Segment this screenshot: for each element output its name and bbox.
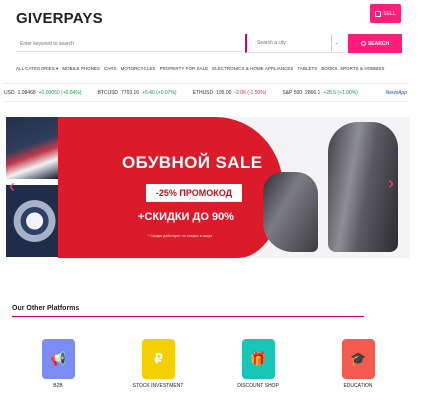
page: GIVERPAYS SELL ⌄ SEARCH ALL CATEGORIES ▾… [0,0,425,400]
gift-icon: 🎁 [242,339,275,379]
category-cars[interactable]: CARS [104,66,117,72]
graduation-cap-icon: 🎓 [342,339,375,379]
ticker-symbol: USD [4,89,15,96]
cart-icon [375,10,382,17]
category-books-sports[interactable]: BOOKS, SPORTS & HOBBIES [321,66,384,72]
category-electronics[interactable]: ELECTRONICS & HOME APPLIANCES [212,66,293,72]
boot-image [263,172,318,252]
sell-button[interactable]: SELL [370,4,401,23]
ticker-brand[interactable]: NewsApp [386,90,409,96]
ticker-price: 195.00 [216,89,232,96]
banner-promo-code: -25% ПРОМОКОД [146,184,242,202]
platform-label: EDUCATION [343,383,373,389]
ticker-symbol: S&P 500 [282,89,303,96]
ticker-price: 2866.1 [305,89,321,96]
ruble-icon: ₽ [142,339,175,379]
logo-text: GIVERPAYS [16,10,103,27]
category-tablets[interactable]: TABLETS [297,66,317,72]
ticker-price: 7703.16 [121,89,140,96]
banner-discount: +СКИДКИ ДО 90% [138,211,234,223]
search-button[interactable]: SEARCH [348,34,402,53]
banner-fine-print: * Скидки действуют на товары в акции [148,234,213,238]
platform-label: STOCK INVESTMENT [132,383,184,389]
category-property[interactable]: PROPERTY FOR SALE [160,66,209,72]
sell-label: SELL [383,10,396,17]
ticker-item[interactable]: ETHUSD 195.00 -2.06 (-1.50%) [193,90,267,96]
ticker-change: +28.5 (+1.00%) [323,89,358,96]
platforms-heading: Our Other Platforms [12,305,80,312]
search-icon [360,41,366,46]
banner-title: ОБУВНОЙ SALE [122,153,263,172]
market-ticker: USD 1.08468 +0.00050 (+0.04%) BTCUSD 770… [4,83,409,102]
location-search: ⌄ [245,34,345,53]
platform-education[interactable]: 🎓 EDUCATION [318,339,398,394]
promo-banner[interactable]: ОБУВНОЙ SALE -25% ПРОМОКОД +СКИДКИ ДО 90… [58,117,410,258]
ticker-symbol: ETHUSD [192,89,214,96]
carousel-thumbnail-sneaker[interactable] [6,117,58,179]
search-label: SEARCH [367,40,390,47]
ticker-item[interactable]: S&P 500 2866.1 +28.5 (+1.00%) [282,90,357,96]
category-nav: ALL CATEGORIES ▾ MOBILE PHONES CARS MOTO… [16,66,406,72]
category-all[interactable]: ALL CATEGORIES ▾ [16,66,58,72]
platform-stock-investment[interactable]: ₽ STOCK INVESTMENT [118,339,198,394]
ticker-symbol: BTCUSD [97,89,119,96]
ticker-change: -2.06 (-1.50%) [234,89,267,96]
carousel-next-arrow-icon[interactable]: › [388,173,394,194]
ticker-item[interactable]: USD 1.08468 +0.00050 (+0.04%) [4,90,81,96]
category-motorcycles[interactable]: MOTORCYCLES [121,66,156,72]
platform-label: DISCOUNT SHOP [237,383,279,389]
heading-divider [12,316,364,317]
platform-discount-shop[interactable]: 🎁 DISCOUNT SHOP [218,339,298,394]
site-logo[interactable]: GIVERPAYS [16,10,103,27]
platform-label: B2B [53,383,63,389]
megaphone-icon: 📢 [42,339,75,379]
carousel-prev-arrow-icon[interactable]: ‹ [9,176,15,197]
ticker-item[interactable]: BTCUSD 7703.16 +5.40 (+0.07%) [97,90,176,96]
ticker-change: +5.40 (+0.07%) [142,89,177,96]
location-dropdown-icon[interactable]: ⌄ [331,35,341,51]
ticker-change: +0.00050 (+0.04%) [38,89,82,96]
platform-b2b[interactable]: 📢 B2B [18,339,98,394]
ticker-price: 1.08468 [17,89,36,96]
keyword-search-input[interactable] [16,36,242,52]
category-mobile-phones[interactable]: MOBILE PHONES [62,66,100,72]
location-input[interactable] [247,35,331,51]
